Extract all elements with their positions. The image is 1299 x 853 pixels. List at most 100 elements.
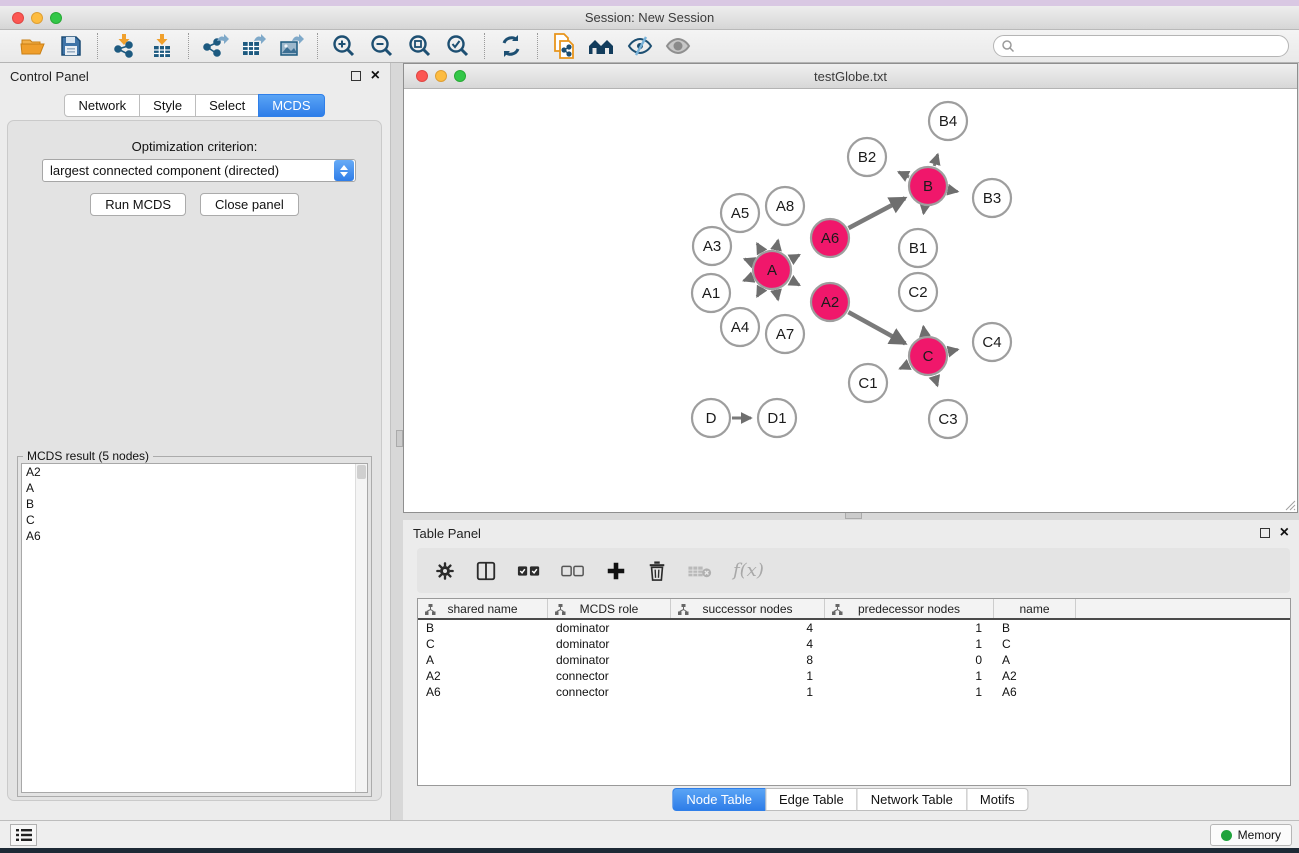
close-panel-icon[interactable]: ×	[371, 71, 380, 81]
session-titlebar[interactable]: Session: New Session	[0, 6, 1299, 30]
network-graph[interactable]: AA1A2A3A4A5A6A7A8BB1B2B3B4CC1C2C3C4DD1	[404, 89, 1297, 512]
search-input[interactable]	[1015, 37, 1288, 55]
graph-node-C2[interactable]: C2	[899, 273, 937, 311]
deselect-all-button[interactable]	[561, 564, 585, 578]
graph-node-C3[interactable]: C3	[929, 400, 967, 438]
mcds-result-item[interactable]: A	[22, 480, 367, 496]
graph-edge-A-A3[interactable]	[744, 259, 752, 262]
horizontal-splitter-handle[interactable]	[845, 512, 862, 519]
graph-node-D[interactable]: D	[692, 399, 730, 437]
graph-node-B4[interactable]: B4	[929, 102, 967, 140]
table-row[interactable]: Bdominator41B	[418, 620, 1290, 636]
apply-function-button[interactable]: f(x)	[733, 560, 764, 581]
graph-node-B3[interactable]: B3	[973, 179, 1011, 217]
graph-edge-A-A4[interactable]	[757, 288, 762, 296]
home-button[interactable]	[583, 32, 621, 60]
delete-column-button[interactable]	[647, 560, 667, 582]
tab-network[interactable]: Network	[64, 94, 140, 117]
graph-edge-B-B4[interactable]	[934, 154, 938, 165]
graph-edge-C-C1[interactable]	[900, 365, 909, 369]
graph-edge-B-B3[interactable]	[949, 190, 958, 192]
table-row[interactable]: A2connector11A2	[418, 668, 1290, 684]
graph-node-A[interactable]: A	[753, 251, 791, 289]
tab-style[interactable]: Style	[139, 94, 196, 117]
show-hide-button[interactable]	[659, 32, 697, 60]
graphics-details-button[interactable]	[621, 32, 659, 60]
column-header-name[interactable]: name	[994, 599, 1076, 618]
tab-select[interactable]: Select	[195, 94, 259, 117]
column-header-predecessor-nodes[interactable]: predecessor nodes	[825, 599, 994, 618]
graph-edge-A-A1[interactable]	[744, 277, 753, 280]
graph-node-A2[interactable]: A2	[811, 283, 849, 321]
graph-edge-B-B2[interactable]	[899, 172, 909, 177]
export-network-button[interactable]	[196, 32, 234, 60]
graph-node-D1[interactable]: D1	[758, 399, 796, 437]
criterion-select[interactable]: largest connected component (directed)	[42, 159, 356, 182]
resize-grip[interactable]	[1282, 497, 1296, 511]
export-table-button[interactable]	[234, 32, 272, 60]
mcds-result-list[interactable]: A2ABCA6	[21, 463, 368, 793]
graph-node-C1[interactable]: C1	[849, 364, 887, 402]
zoom-fit-button[interactable]	[401, 32, 439, 60]
graph-node-A7[interactable]: A7	[766, 315, 804, 353]
scrollbar[interactable]	[355, 464, 367, 792]
export-image-button[interactable]	[272, 32, 310, 60]
graph-edge-A-A8[interactable]	[776, 240, 778, 249]
graph-node-A5[interactable]: A5	[721, 194, 759, 232]
table-row[interactable]: A6connector11A6	[418, 684, 1290, 700]
zoom-in-button[interactable]	[325, 32, 363, 60]
graph-edge-C-C4[interactable]	[949, 349, 958, 351]
graph-edge-A-A6[interactable]	[790, 255, 799, 260]
search-field[interactable]	[993, 35, 1289, 57]
column-header-MCDS-role[interactable]: MCDS role	[548, 599, 671, 618]
vertical-splitter-handle[interactable]	[396, 430, 403, 447]
close-panel-button[interactable]: Close panel	[200, 193, 299, 216]
table-tab-network-table[interactable]: Network Table	[857, 788, 967, 811]
column-header-shared-name[interactable]: shared name	[418, 599, 548, 618]
select-all-button[interactable]	[517, 564, 541, 578]
graph-node-B[interactable]: B	[909, 167, 947, 205]
graph-node-A1[interactable]: A1	[692, 274, 730, 312]
graph-edge-A2-C[interactable]	[848, 312, 905, 343]
column-header-successor-nodes[interactable]: successor nodes	[671, 599, 825, 618]
table-settings-button[interactable]	[435, 561, 455, 581]
graph-node-B2[interactable]: B2	[848, 138, 886, 176]
tab-mcds[interactable]: MCDS	[258, 94, 324, 117]
table-tab-node-table[interactable]: Node Table	[672, 788, 766, 811]
graph-node-A3[interactable]: A3	[693, 227, 731, 265]
save-session-button[interactable]	[52, 32, 90, 60]
delete-table-button[interactable]	[687, 563, 713, 579]
graph-edge-A-A2[interactable]	[790, 280, 799, 285]
graph-edge-A6-B[interactable]	[849, 198, 905, 228]
graph-node-A4[interactable]: A4	[721, 308, 759, 346]
graph-node-C[interactable]: C	[909, 337, 947, 375]
import-table-button[interactable]	[143, 32, 181, 60]
close-panel-icon[interactable]: ×	[1280, 528, 1289, 538]
zoom-out-button[interactable]	[363, 32, 401, 60]
memory-button[interactable]: Memory	[1210, 824, 1292, 846]
refresh-button[interactable]	[492, 32, 530, 60]
network-window-titlebar[interactable]: testGlobe.txt	[404, 64, 1297, 89]
network-canvas[interactable]: AA1A2A3A4A5A6A7A8BB1B2B3B4CC1C2C3C4DD1	[404, 89, 1297, 512]
table-row[interactable]: Cdominator41C	[418, 636, 1290, 652]
graph-node-C4[interactable]: C4	[973, 323, 1011, 361]
table-tab-edge-table[interactable]: Edge Table	[765, 788, 858, 811]
mcds-result-item[interactable]: C	[22, 512, 367, 528]
node-table[interactable]: shared nameMCDS rolesuccessor nodesprede…	[417, 598, 1291, 786]
window-list-button[interactable]	[10, 824, 37, 846]
graph-edge-A-A7[interactable]	[776, 291, 778, 300]
float-panel-icon[interactable]	[351, 71, 361, 81]
add-column-button[interactable]	[605, 560, 627, 582]
graph-edge-B-B1[interactable]	[924, 207, 925, 214]
graph-node-B1[interactable]: B1	[899, 229, 937, 267]
zoom-selected-button[interactable]	[439, 32, 477, 60]
table-row[interactable]: Adominator80A	[418, 652, 1290, 668]
graph-node-A8[interactable]: A8	[766, 187, 804, 225]
open-file-button[interactable]	[14, 32, 52, 60]
run-mcds-button[interactable]: Run MCDS	[90, 193, 186, 216]
mcds-result-item[interactable]: A2	[22, 464, 367, 480]
mcds-result-item[interactable]: B	[22, 496, 367, 512]
graph-edge-C-C2[interactable]	[923, 327, 924, 336]
mcds-result-item[interactable]: A6	[22, 528, 367, 544]
graph-edge-A-A5[interactable]	[757, 244, 762, 252]
